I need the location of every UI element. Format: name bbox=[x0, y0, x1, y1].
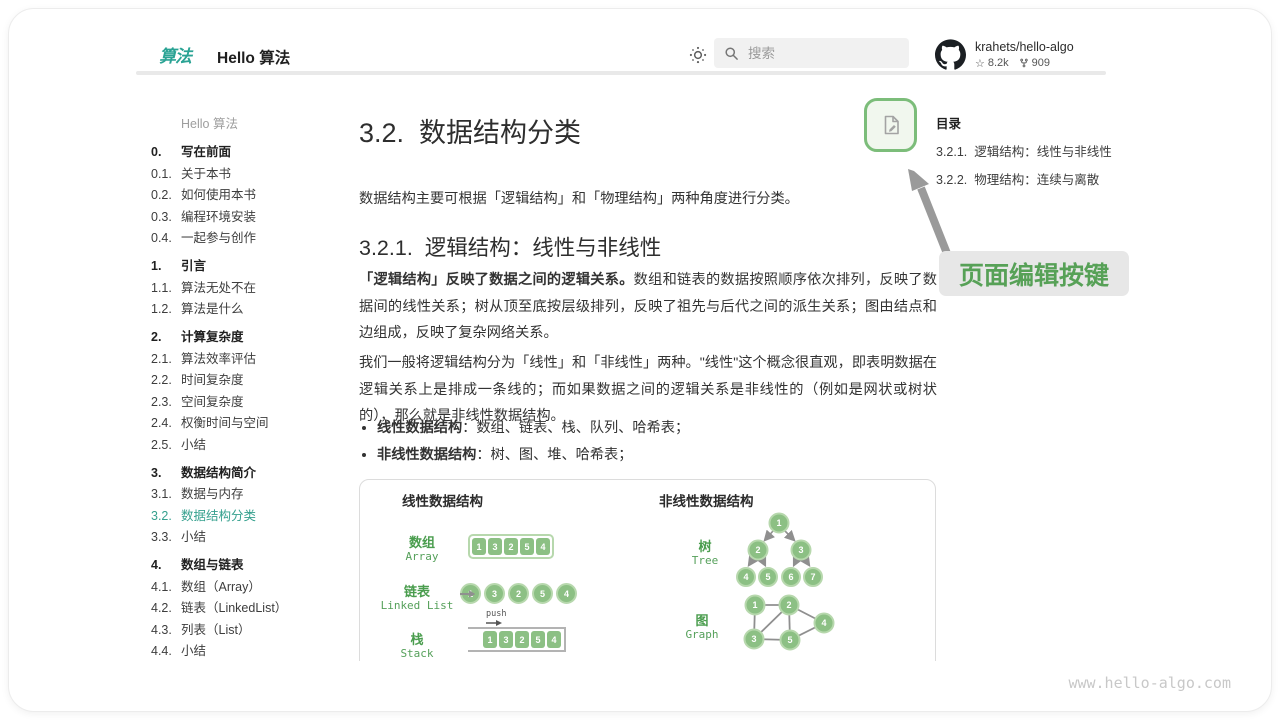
sidebar-item-4-2[interactable]: 4.2.链表（LinkedList） bbox=[151, 598, 346, 620]
sidebar-item-home: Hello 算法 bbox=[151, 114, 346, 136]
svg-text:4: 4 bbox=[743, 572, 748, 582]
stack-label-zh: 栈 bbox=[410, 629, 423, 648]
sidebar-item-1-2[interactable]: 1.2.算法是什么 bbox=[151, 299, 346, 321]
sidebar-item-4-1[interactable]: 4.1.数组（Array） bbox=[151, 577, 346, 599]
sidebar-item-0-1[interactable]: 0.1.关于本书 bbox=[151, 164, 346, 186]
svg-text:1: 1 bbox=[752, 600, 757, 610]
array-label-zh: 数组 bbox=[409, 532, 435, 551]
list-item: 线性数据结构：数组、链表、栈、队列、哈希表； bbox=[377, 419, 937, 438]
watermark: www.hello-algo.com bbox=[1068, 674, 1231, 692]
sidebar-item-2-2[interactable]: 2.2.时间复杂度 bbox=[151, 370, 346, 392]
sidebar-item-3-2-active[interactable]: 3.2.数据结构分类 bbox=[151, 506, 346, 528]
toc-panel: 目录 3.2.1. 逻辑结构：线性与非线性 3.2.2. 物理结构：连续与离散 bbox=[936, 113, 1136, 197]
svg-text:4: 4 bbox=[821, 618, 826, 628]
toc-item-2[interactable]: 3.2.2. 物理结构：连续与离散 bbox=[936, 169, 1136, 188]
sidebar-item-2-4[interactable]: 2.4.权衡时间与空间 bbox=[151, 413, 346, 435]
docs-viewport: Hello 算法 0.写在前面 0.1.关于本书 0.2.如何使用本书 0.3.… bbox=[9, 9, 1271, 661]
sidebar-item-0-3[interactable]: 0.3.编程环境安装 bbox=[151, 207, 346, 229]
tree-label-zh: 树 bbox=[698, 536, 711, 555]
sidebar-item-4-4[interactable]: 4.4.小结 bbox=[151, 641, 346, 661]
edit-file-icon bbox=[879, 113, 903, 137]
svg-text:7: 7 bbox=[810, 572, 815, 582]
logic-structure-paragraph: 「逻辑结构」反映了数据之间的逻辑关系。数组和链表的数据按照顺序依次排列，反映了数… bbox=[359, 267, 937, 347]
sidebar-item-3-3[interactable]: 3.3.小结 bbox=[151, 527, 346, 549]
page-frame: 算法 Hello 算法 krahets/hello-algo ☆8.2k bbox=[8, 8, 1272, 712]
figure-right-title: 非线性数据结构 bbox=[659, 490, 754, 510]
sidebar-item-ch0[interactable]: 0.写在前面 bbox=[151, 142, 346, 164]
tree-diagram: 1 2 3 4 5 6 7 bbox=[732, 512, 827, 590]
graph-label-zh: 图 bbox=[695, 610, 708, 629]
stack-push-label: push bbox=[486, 609, 506, 619]
array-diagram: 1 3 2 5 4 bbox=[468, 534, 554, 559]
list-item: 非线性数据结构：树、图、堆、哈希表； bbox=[377, 446, 937, 465]
linked-list-diagram: 1 3 2 5 4 bbox=[460, 583, 577, 604]
sidebar-item-1-1[interactable]: 1.1.算法无处不在 bbox=[151, 278, 346, 300]
arrow-right-icon bbox=[460, 589, 475, 599]
stack-label-en: Stack bbox=[400, 647, 433, 660]
section-title: 3.2.1. 逻辑结构：线性与非线性 bbox=[359, 231, 661, 262]
sidebar-item-3-1[interactable]: 3.1.数据与内存 bbox=[151, 484, 346, 506]
sidebar-item-2-5[interactable]: 2.5.小结 bbox=[151, 435, 346, 457]
structure-bullet-list: 线性数据结构：数组、链表、栈、队列、哈希表； 非线性数据结构：树、图、堆、哈希表… bbox=[377, 419, 937, 473]
linked-list-label-en: Linked List bbox=[381, 599, 454, 612]
svg-text:2: 2 bbox=[755, 545, 760, 555]
sidebar-item-ch4[interactable]: 4.数组与链表 bbox=[151, 555, 346, 577]
sidebar-item-2-1[interactable]: 2.1.算法效率评估 bbox=[151, 349, 346, 371]
arrow-right-icon bbox=[486, 619, 502, 627]
svg-text:5: 5 bbox=[787, 635, 792, 645]
sidebar-item-ch3[interactable]: 3.数据结构简介 bbox=[151, 463, 346, 485]
data-structure-figure: 线性数据结构 非线性数据结构 数组 Array 1 3 2 5 4 链表 Lin… bbox=[359, 479, 936, 661]
svg-text:5: 5 bbox=[765, 572, 770, 582]
svg-text:2: 2 bbox=[786, 600, 791, 610]
graph-diagram: 1 2 3 5 4 bbox=[737, 592, 837, 661]
sidebar-item-0-2[interactable]: 0.2.如何使用本书 bbox=[151, 185, 346, 207]
linked-list-label-zh: 链表 bbox=[404, 581, 430, 600]
svg-text:3: 3 bbox=[798, 545, 803, 555]
graph-label-en: Graph bbox=[685, 628, 718, 641]
bold-lead: 「逻辑结构」反映了数据之间的逻辑关系。 bbox=[359, 272, 634, 288]
linear-nonlinear-paragraph: 我们一般将逻辑结构分为「线性」和「非线性」两种。"线性"这个概念很直观，即表明数… bbox=[359, 350, 937, 430]
stack-diagram: 1 3 2 5 4 bbox=[468, 627, 566, 652]
sidebar-item-2-3[interactable]: 2.3.空间复杂度 bbox=[151, 392, 346, 414]
sidebar-item-4-3[interactable]: 4.3.列表（List） bbox=[151, 620, 346, 642]
svg-text:6: 6 bbox=[788, 572, 793, 582]
array-label-en: Array bbox=[405, 550, 438, 563]
sidebar-item-ch2[interactable]: 2.计算复杂度 bbox=[151, 327, 346, 349]
figure-left-title: 线性数据结构 bbox=[402, 490, 483, 510]
sidebar-item-0-4[interactable]: 0.4.一起参与创作 bbox=[151, 228, 346, 250]
svg-text:1: 1 bbox=[776, 518, 781, 528]
intro-paragraph: 数据结构主要可根据「逻辑结构」和「物理结构」两种角度进行分类。 bbox=[359, 186, 937, 213]
edit-page-button[interactable] bbox=[864, 98, 917, 152]
sidebar-nav: Hello 算法 0.写在前面 0.1.关于本书 0.2.如何使用本书 0.3.… bbox=[151, 114, 346, 661]
toc-item-1[interactable]: 3.2.1. 逻辑结构：线性与非线性 bbox=[936, 141, 1136, 160]
annotation-label: 页面编辑按键 bbox=[939, 251, 1129, 296]
page-title: 3.2. 数据结构分类 bbox=[359, 111, 581, 150]
toc-title: 目录 bbox=[936, 113, 1136, 132]
sidebar-item-ch1[interactable]: 1.引言 bbox=[151, 256, 346, 278]
svg-text:3: 3 bbox=[751, 634, 756, 644]
tree-label-en: Tree bbox=[692, 554, 719, 567]
